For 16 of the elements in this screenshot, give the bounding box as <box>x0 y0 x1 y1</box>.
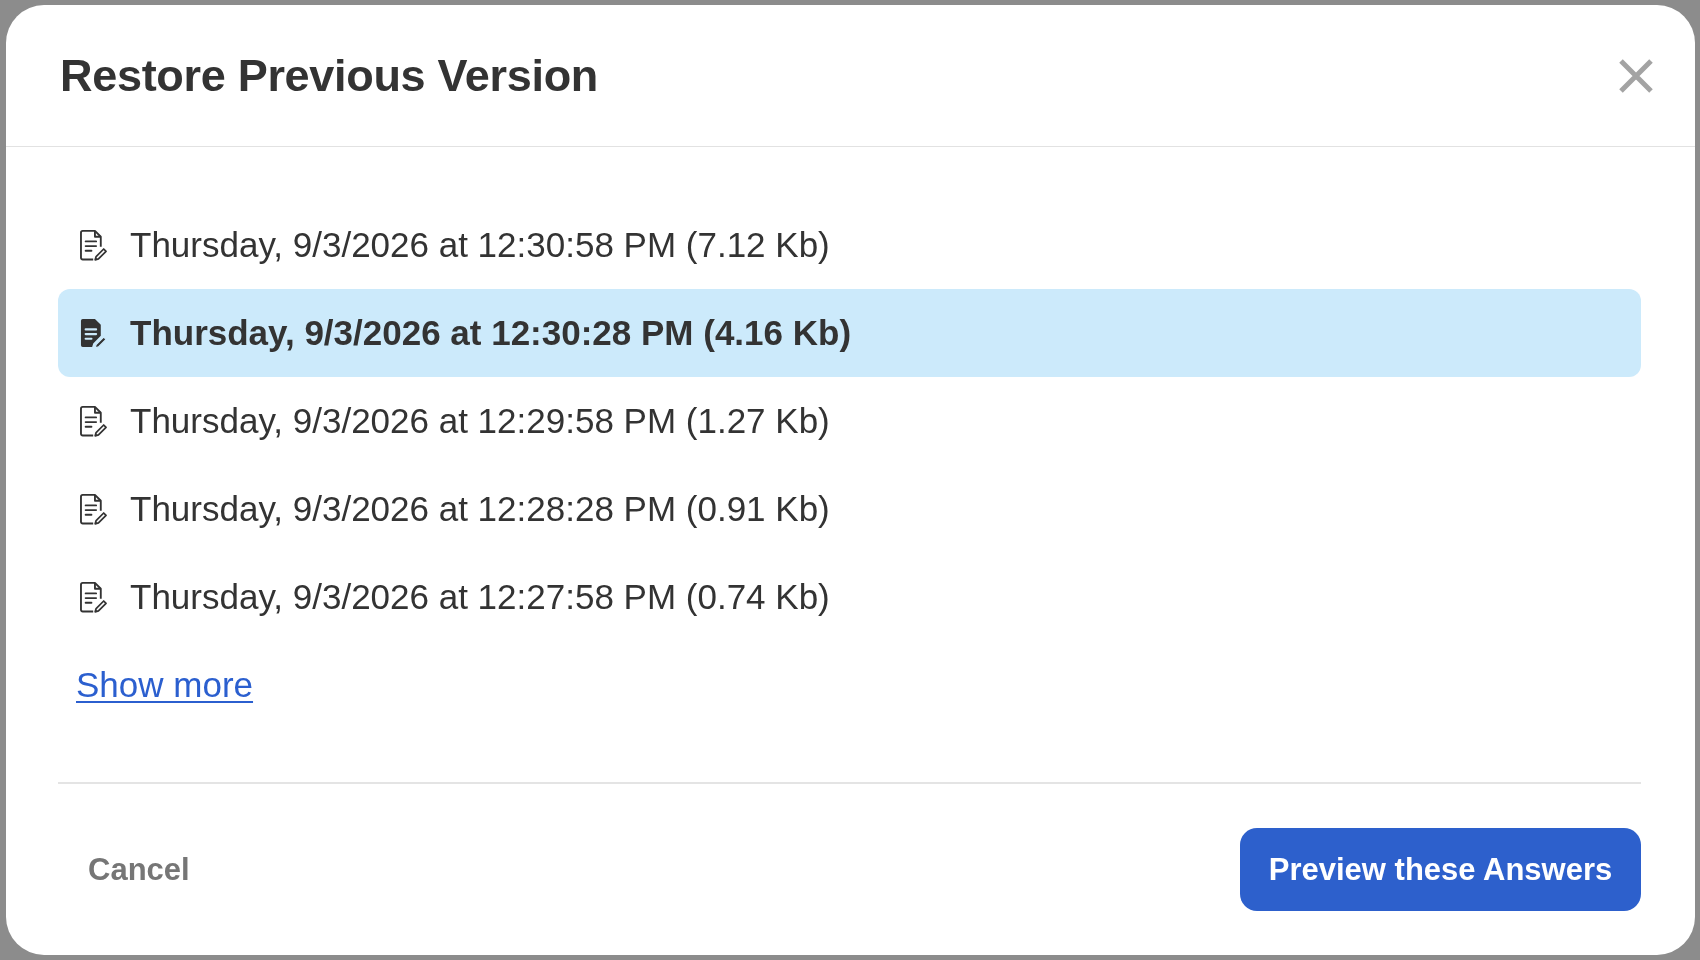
close-button[interactable] <box>1618 57 1654 94</box>
version-item[interactable]: Thursday, 9/3/2026 at 12:29:58 PM (1.27 Kb) <box>58 377 1641 465</box>
version-item[interactable]: Thursday, 9/3/2026 at 12:27:58 PM (0.74 Kb) <box>58 553 1641 641</box>
show-more-link[interactable]: Show more <box>76 665 254 705</box>
close-icon <box>1619 58 1653 93</box>
version-item[interactable]: Thursday, 9/3/2026 at 12:30:58 PM (7.12 Kb) <box>58 201 1641 289</box>
document-edit-icon <box>80 317 107 349</box>
document-edit-icon <box>80 405 107 437</box>
document-edit-icon <box>80 229 107 261</box>
document-edit-icon <box>80 581 107 613</box>
preview-answers-button[interactable]: Preview these Answers <box>1240 828 1641 911</box>
document-edit-icon <box>80 493 107 525</box>
version-item[interactable]: Thursday, 9/3/2026 at 12:28:28 PM (0.91 Kb) <box>58 465 1641 553</box>
version-item[interactable]: Thursday, 9/3/2026 at 12:30:28 PM (4.16 Kb) <box>58 289 1641 377</box>
dialog-title: Restore Previous Version <box>60 49 599 102</box>
cancel-button[interactable]: Cancel <box>76 843 202 896</box>
